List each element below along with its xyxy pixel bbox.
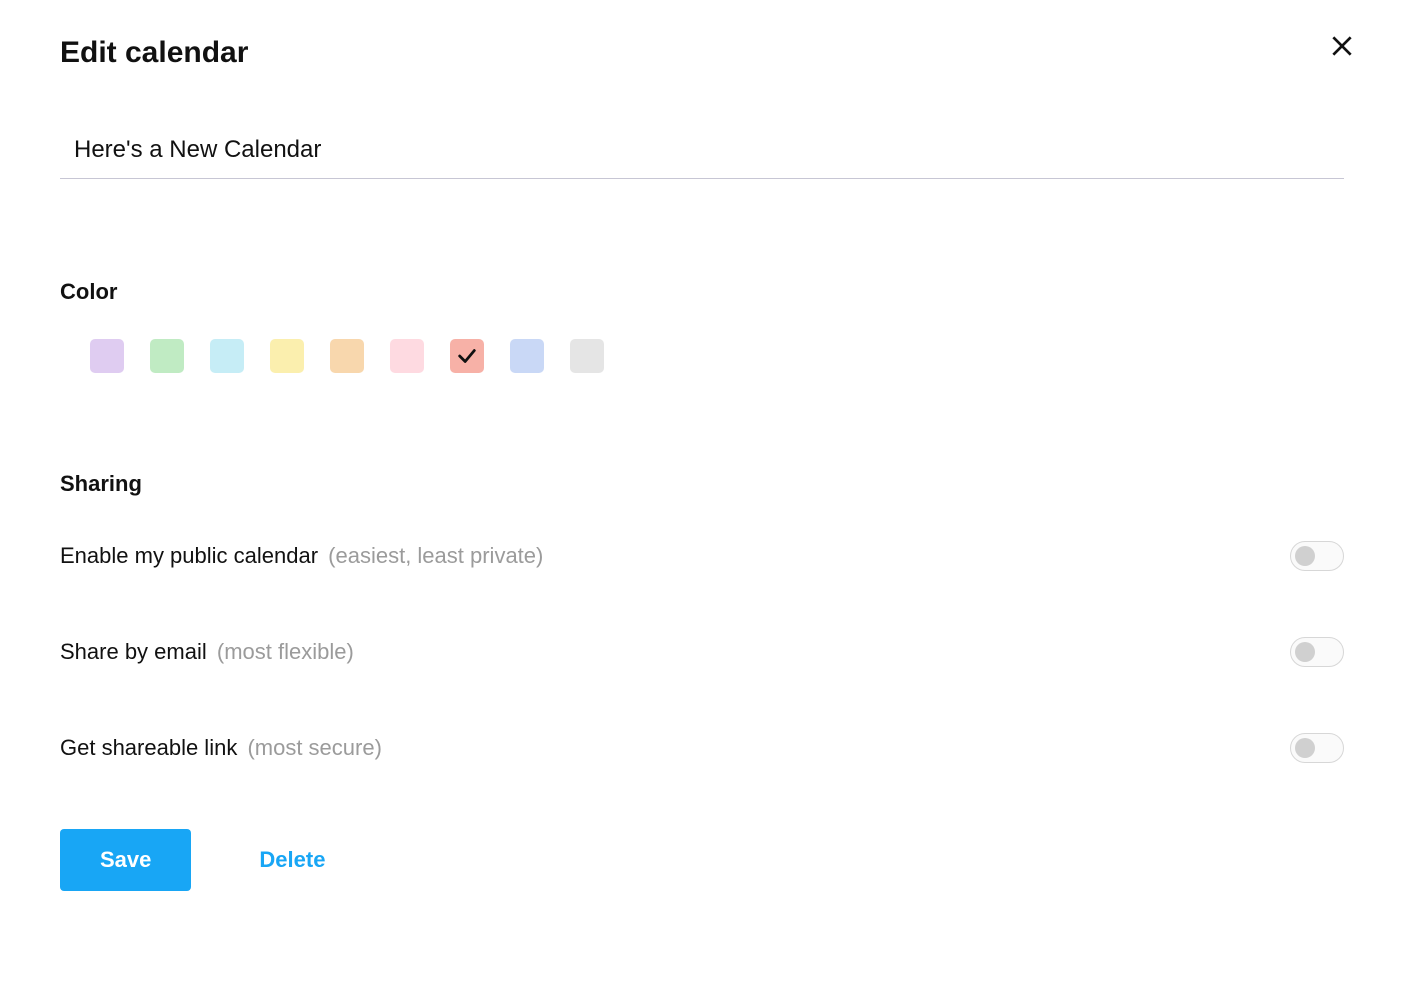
color-swatch-coral[interactable] bbox=[450, 339, 484, 373]
sharing-option-label: Share by email bbox=[60, 639, 207, 664]
save-button[interactable]: Save bbox=[60, 829, 191, 891]
color-swatch-sky[interactable] bbox=[210, 339, 244, 373]
color-section-label: Color bbox=[60, 279, 1344, 305]
color-swatch-butter[interactable] bbox=[270, 339, 304, 373]
dialog-actions: Save Delete bbox=[60, 829, 1344, 891]
sharing-option-text: Get shareable link (most secure) bbox=[60, 735, 382, 761]
color-swatch-lavender[interactable] bbox=[90, 339, 124, 373]
sharing-option-hint: (most secure) bbox=[241, 735, 382, 760]
sharing-option-row: Enable my public calendar (easiest, leas… bbox=[60, 541, 1344, 571]
toggle-knob bbox=[1295, 642, 1315, 662]
color-swatch-powder[interactable] bbox=[510, 339, 544, 373]
sharing-option-label: Get shareable link bbox=[60, 735, 237, 760]
calendar-name-input[interactable] bbox=[60, 126, 1344, 179]
sharing-toggle[interactable] bbox=[1290, 541, 1344, 571]
sharing-toggle[interactable] bbox=[1290, 637, 1344, 667]
edit-calendar-dialog: Edit calendar Color Sharing Enable my pu… bbox=[0, 0, 1404, 1008]
sharing-section-label: Sharing bbox=[60, 471, 1344, 497]
color-swatch-peach[interactable] bbox=[330, 339, 364, 373]
color-swatch-blush[interactable] bbox=[390, 339, 424, 373]
toggle-knob bbox=[1295, 546, 1315, 566]
close-button[interactable] bbox=[1322, 26, 1362, 66]
close-icon bbox=[1329, 33, 1355, 59]
dialog-title: Edit calendar bbox=[60, 36, 1344, 70]
sharing-options-list: Enable my public calendar (easiest, leas… bbox=[60, 541, 1344, 763]
delete-button[interactable]: Delete bbox=[259, 847, 325, 873]
sharing-option-hint: (easiest, least private) bbox=[322, 543, 543, 568]
toggle-knob bbox=[1295, 738, 1315, 758]
color-swatch-gray[interactable] bbox=[570, 339, 604, 373]
sharing-option-text: Share by email (most flexible) bbox=[60, 639, 354, 665]
sharing-option-row: Get shareable link (most secure) bbox=[60, 733, 1344, 763]
sharing-option-text: Enable my public calendar (easiest, leas… bbox=[60, 543, 543, 569]
sharing-option-label: Enable my public calendar bbox=[60, 543, 318, 568]
color-swatch-mint[interactable] bbox=[150, 339, 184, 373]
sharing-toggle[interactable] bbox=[1290, 733, 1344, 763]
sharing-option-hint: (most flexible) bbox=[211, 639, 354, 664]
sharing-option-row: Share by email (most flexible) bbox=[60, 637, 1344, 667]
color-swatch-row bbox=[60, 339, 1344, 373]
check-icon bbox=[456, 345, 478, 367]
